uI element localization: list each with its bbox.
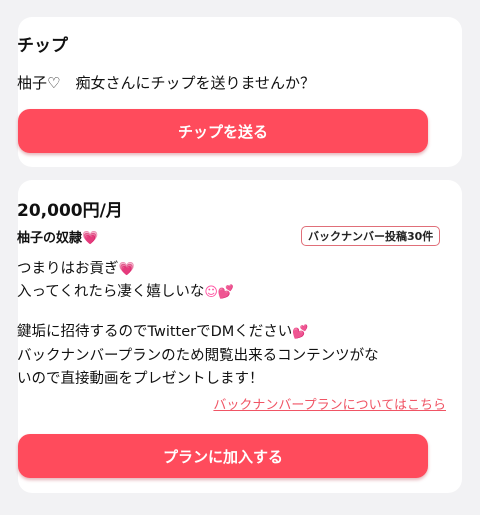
- pink-heart-icon: 💗: [118, 262, 135, 277]
- pink-heart-icon: 💗: [82, 231, 99, 246]
- backnumber-plan-info-link[interactable]: バックナンバープランについてはこちら: [213, 396, 446, 416]
- recipient-name: 柚子: [17, 74, 48, 92]
- two-hearts-icon: 💕: [292, 325, 309, 340]
- send-tip-button[interactable]: チップを送る: [18, 109, 428, 153]
- plan-description-line: いので直接動画をプレゼントします！: [17, 371, 264, 387]
- tip-message-text: 痴女さんにチップを送りませんか？: [60, 74, 316, 92]
- smile-hearts-icon: ☺💕: [204, 285, 235, 300]
- plan-name-text: 柚子の奴隷: [17, 231, 83, 246]
- backnumber-count-badge: バックナンバー投稿30件: [301, 226, 441, 246]
- plan-price: 20,000円/月: [17, 201, 123, 221]
- plan-description-line: つまりはお貢ぎ💗: [17, 261, 135, 277]
- join-plan-button[interactable]: プランに加入する: [18, 434, 428, 478]
- plan-description-line: バックナンバープランのため閲覧出来るコンテンツがな: [17, 348, 379, 364]
- tip-message: 柚子♡ 痴女さんにチップを送りませんか？: [17, 72, 315, 94]
- heart-outline-icon: ♡: [47, 74, 61, 92]
- plan-description-line: 鍵垢に招待するのでTwitterでDMください💕: [17, 324, 309, 340]
- plan-description-line: 入ってくれたら凄く嬉しいな☺💕: [17, 284, 235, 300]
- plan-name: 柚子の奴隷💗: [17, 229, 98, 249]
- tip-section-title: チップ: [17, 36, 68, 56]
